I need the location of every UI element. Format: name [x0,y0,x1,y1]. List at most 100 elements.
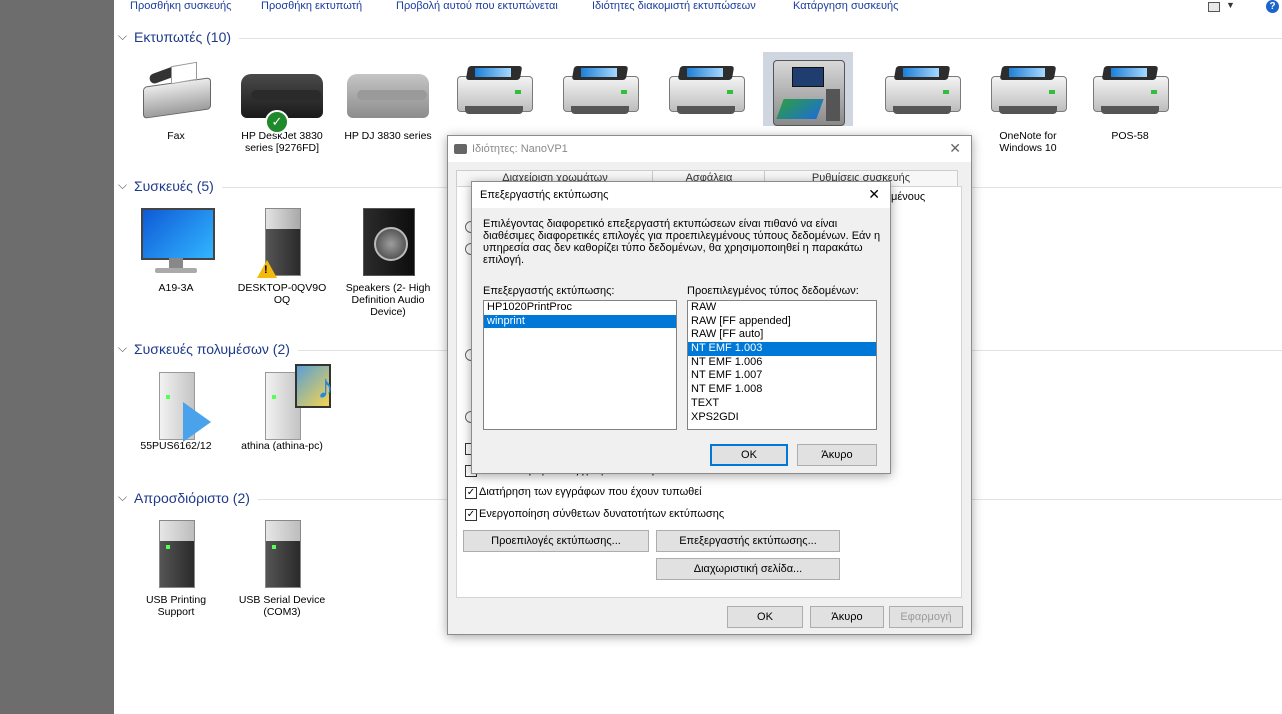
description-text: Επιλέγοντας διαφορετικό επεξεργαστή εκτυ… [483,218,881,266]
device-label: USB Serial Device (COM3) [238,594,326,618]
print-processor-button[interactable]: Επεξεργαστής εκτύπωσης... [656,530,840,552]
list-item[interactable]: NT EMF 1.006 [688,356,876,370]
chevron-down-icon[interactable]: ⌵ [118,178,127,193]
chevron-down-icon[interactable]: ⌵ [118,490,127,505]
close-icon[interactable]: ✕ [868,186,880,203]
partial-label: μένους [891,191,926,203]
device-monitor[interactable]: A19-3A [128,204,224,294]
left-sidebar [0,0,114,714]
close-icon[interactable]: ✕ [949,140,961,157]
chevron-down-icon[interactable]: ⌵ [118,341,127,356]
device-label: DESKTOP-0QV9O OQ [237,282,327,306]
fax-icon [131,52,221,126]
multifunction-printer-icon [763,52,853,126]
computer-tower-icon: ! [237,204,327,278]
print-server-properties-button[interactable]: Ιδιότητες διακομιστή εκτυπώσεων [592,0,756,12]
list-item[interactable]: NT EMF 1.008 [688,383,876,397]
cancel-button[interactable]: Άκυρο [810,606,884,628]
device-label: A19-3A [158,282,194,294]
print-processor-dialog: Επεξεργαστής εκτύπωσης ✕ Επιλέγοντας δια… [471,181,891,474]
dialog-title: Επεξεργαστής εκτύπωσης [480,189,609,201]
ok-button[interactable]: OK [710,444,788,466]
group-title: Συσκευές πολυμέσων (2) [134,341,298,357]
device-fax[interactable]: Fax [128,52,224,142]
checkbox-enable-advanced-features[interactable]: ✓ [465,509,477,521]
device-pos-58[interactable]: POS-58 [1082,52,1178,142]
list-item-selected[interactable]: NT EMF 1.003 [688,342,876,356]
list-item[interactable]: RAW [688,301,876,315]
device-label: POS-58 [1111,130,1149,142]
printer-icon [983,52,1073,126]
view-options-icon[interactable] [1208,2,1220,12]
checkbox-label: Διατήρηση των εγγράφων που έχουν τυπωθεί [479,486,702,498]
processor-list-label: Επεξεργαστής εκτύπωσης: [483,285,615,297]
printing-defaults-button[interactable]: Προεπιλογές εκτύπωσης... [463,530,649,552]
chevron-down-icon[interactable]: ⌵ [118,29,127,44]
ok-button[interactable]: OK [727,606,803,628]
dialog-titlebar: Ιδιότητες: NanoVP1 ✕ [448,136,971,162]
help-icon[interactable]: ? [1266,0,1279,13]
list-item[interactable]: TEXT [688,397,876,411]
device-printer[interactable] [446,52,542,126]
device-hp-deskjet-3830[interactable]: ✓ HP DeskJet 3830 series [9276FD] [234,52,330,154]
apply-button[interactable]: Εφαρμογή [889,606,963,628]
device-hp-dj-3830[interactable]: HP DJ 3830 series [340,52,436,142]
device-label: Speakers (2- High Definition Audio Devic… [345,282,431,318]
group-header-printers[interactable]: ⌵ Εκτυπωτές (10) [118,29,1282,47]
default-datatype-list[interactable]: RAW RAW [FF appended] RAW [FF auto] NT E… [687,300,877,430]
device-onenote[interactable]: OneNote for Windows 10 [980,52,1076,154]
checkbox-keep-printed-documents[interactable]: ✓ [465,487,477,499]
remove-device-button[interactable]: Κατάργηση συσκευής [793,0,898,12]
device-label: Fax [167,130,185,142]
devices-and-printers-window: Προσθήκη συσκευής Προσθήκη εκτυπωτή Προβ… [114,0,1282,714]
add-printer-button[interactable]: Προσθήκη εκτυπωτή [261,0,362,12]
device-desktop-pc[interactable]: ! DESKTOP-0QV9O OQ [234,204,330,306]
add-device-button[interactable]: Προσθήκη συσκευής [130,0,231,12]
printer-icon [449,52,539,126]
see-whats-printing-button[interactable]: Προβολή αυτού που εκτυπώνεται [396,0,558,12]
dialog-title: Ιδιότητες: NanoVP1 [472,143,568,155]
device-usb-serial[interactable]: USB Serial Device (COM3) [234,516,330,618]
warning-icon: ! [257,260,277,278]
dialog-titlebar: Επεξεργαστής εκτύπωσης ✕ [472,182,890,208]
printer-icon [661,52,751,126]
device-printer[interactable] [552,52,648,126]
device-usb-printing-support[interactable]: USB Printing Support [128,516,224,618]
device-printer[interactable] [874,52,970,126]
group-title: Απροσδιόριστο (2) [134,490,258,506]
list-item[interactable]: HP1020PrintProc [484,301,676,315]
separator-page-button[interactable]: Διαχωριστική σελίδα... [656,558,840,580]
media-device-icon [131,362,221,442]
speaker-icon [343,204,433,278]
play-icon [183,402,211,442]
printer-icon [454,144,467,154]
list-item-selected[interactable]: winprint [484,314,676,329]
printer-icon [877,52,967,126]
command-bar: Προσθήκη συσκευής Προσθήκη εκτυπωτή Προβ… [114,0,1282,14]
checkbox-label: Ενεργοποίηση σύνθετων δυνατοτήτων εκτύπω… [479,508,725,520]
device-label: HP DJ 3830 series [344,130,432,142]
generic-device-icon [237,516,327,590]
device-nanovp1-selected[interactable] [760,52,856,126]
device-label: HP DeskJet 3830 series [9276FD] [241,130,323,154]
media-server-icon: ♪ [237,362,334,440]
chevron-down-icon[interactable]: ▼ [1226,0,1235,10]
device-speakers[interactable]: Speakers (2- High Definition Audio Devic… [340,204,436,318]
group-divider [134,38,1282,39]
group-title: Συσκευές (5) [134,178,222,194]
device-media-pc[interactable]: ♪ athina (athina-pc) [234,362,334,452]
datatype-list-label: Προεπιλεγμένος τύπος δεδομένων: [687,285,859,297]
printer-icon [1085,52,1175,126]
device-label: OneNote for Windows 10 [999,130,1057,154]
list-item[interactable]: RAW [FF appended] [688,315,876,329]
list-item[interactable]: XPS2GDI [688,411,876,425]
music-note-icon: ♪ [317,368,334,406]
list-item[interactable]: RAW [FF auto] [688,328,876,342]
device-media-tv[interactable]: 55PUS6162/12 [128,362,224,452]
print-processor-list[interactable]: HP1020PrintProc winprint [483,300,677,430]
monitor-icon [131,204,221,278]
device-label: USB Printing Support [145,594,207,618]
list-item[interactable]: NT EMF 1.007 [688,369,876,383]
cancel-button[interactable]: Άκυρο [797,444,877,466]
device-printer[interactable] [658,52,754,126]
